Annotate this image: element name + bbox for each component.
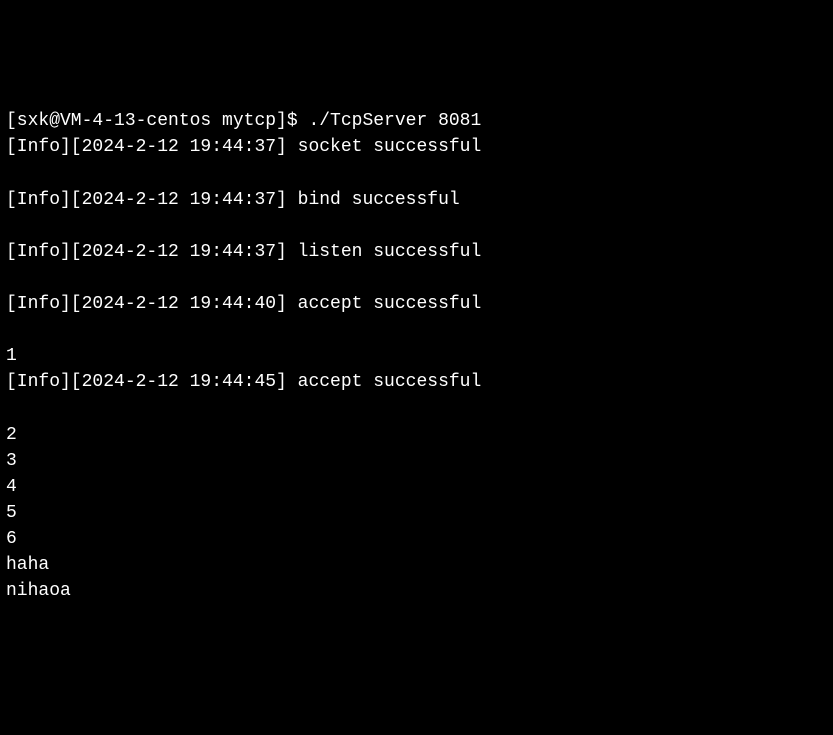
output-line: [Info][2024-2-12 19:44:40] accept succes… <box>6 291 827 317</box>
output-line: 5 <box>6 500 827 526</box>
output-line: 2 <box>6 422 827 448</box>
output-line <box>6 213 827 239</box>
output-line: 3 <box>6 448 827 474</box>
output-line: 6 <box>6 526 827 552</box>
output-line: nihaoa <box>6 578 827 604</box>
output-line: [Info][2024-2-12 19:44:37] bind successf… <box>6 187 827 213</box>
output-line: [Info][2024-2-12 19:44:45] accept succes… <box>6 369 827 395</box>
prompt-line: [sxk@VM-4-13-centos mytcp]$ ./TcpServer … <box>6 108 827 134</box>
output-line: [Info][2024-2-12 19:44:37] socket succes… <box>6 134 827 160</box>
output-line <box>6 317 827 343</box>
output-line: 1 <box>6 343 827 369</box>
output-line: haha <box>6 552 827 578</box>
output-line <box>6 265 827 291</box>
output-line <box>6 161 827 187</box>
output-line: 4 <box>6 474 827 500</box>
terminal-output[interactable]: [sxk@VM-4-13-centos mytcp]$ ./TcpServer … <box>6 108 827 604</box>
output-line <box>6 395 827 421</box>
output-line: [Info][2024-2-12 19:44:37] listen succes… <box>6 239 827 265</box>
